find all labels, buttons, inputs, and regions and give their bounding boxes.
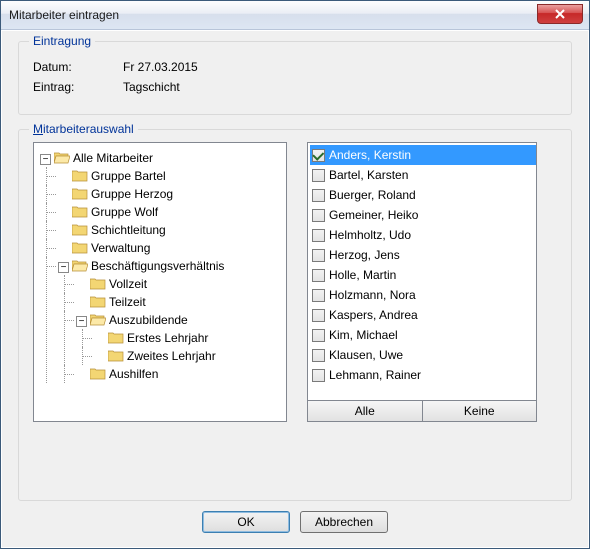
tree-item[interactable]: Gruppe Wolf (91, 205, 158, 219)
tree-item[interactable]: Teilzeit (109, 295, 146, 309)
folder-closed-icon (108, 349, 124, 362)
checkbox[interactable] (312, 369, 325, 382)
tree-expander-icon[interactable]: − (40, 154, 51, 165)
ok-button[interactable]: OK (202, 511, 290, 533)
list-item-label: Kaspers, Andrea (329, 306, 418, 324)
tree-item[interactable]: Zweites Lehrjahr (127, 349, 216, 363)
cancel-button[interactable]: Abbrechen (300, 511, 388, 533)
tree-item[interactable]: Schichtleitung (91, 223, 166, 237)
folder-closed-icon (72, 205, 88, 218)
checkbox[interactable] (312, 309, 325, 322)
list-item[interactable]: Lehmann, Rainer (310, 365, 536, 385)
list-item-label: Klausen, Uwe (329, 346, 403, 364)
checkbox[interactable] (312, 289, 325, 302)
list-item-label: Gemeiner, Heiko (329, 206, 418, 224)
dialog-window: Mitarbeiter eintragen Eintragung Datum: … (0, 0, 590, 549)
tree-item[interactable]: Vollzeit (109, 277, 147, 291)
tree-root-label[interactable]: Alle Mitarbeiter (73, 151, 153, 165)
list-item-label: Lehmann, Rainer (329, 366, 421, 384)
list-item[interactable]: Gemeiner, Heiko (310, 205, 536, 225)
folder-closed-icon (72, 169, 88, 182)
tree-expander-icon[interactable]: − (76, 316, 87, 327)
checkbox[interactable] (312, 329, 325, 342)
list-item[interactable]: Holle, Martin (310, 265, 536, 285)
label-entry: Eintrag: (33, 80, 123, 94)
folder-closed-icon (90, 295, 106, 308)
select-none-button[interactable]: Keine (423, 401, 537, 421)
folder-open-icon (54, 151, 70, 164)
close-icon (554, 9, 566, 19)
folder-closed-icon (90, 277, 106, 290)
list-item-label: Holzmann, Nora (329, 286, 416, 304)
list-item[interactable]: Helmholtz, Udo (310, 225, 536, 245)
list-item[interactable]: Kaspers, Andrea (310, 305, 536, 325)
tree-item[interactable]: Aushilfen (109, 367, 158, 381)
group-selection: Mitarbeiterauswahl −Alle MitarbeiterGrup… (18, 129, 572, 501)
label-date: Datum: (33, 60, 123, 74)
list-item[interactable]: Kim, Michael (310, 325, 536, 345)
list-item-label: Helmholtz, Udo (329, 226, 411, 244)
list-item[interactable]: Herzog, Jens (310, 245, 536, 265)
checkbox[interactable] (312, 269, 325, 282)
dialog-button-row: OK Abbrechen (18, 501, 572, 535)
folder-open-icon (72, 259, 88, 272)
window-title: Mitarbeiter eintragen (1, 8, 537, 22)
list-item[interactable]: Buerger, Roland (310, 185, 536, 205)
list-item-label: Herzog, Jens (329, 246, 400, 264)
list-item-label: Anders, Kerstin (329, 146, 411, 164)
tree-item-trainees[interactable]: Auszubildende (109, 313, 188, 327)
list-item[interactable]: Holzmann, Nora (310, 285, 536, 305)
tree-expander-icon[interactable]: − (58, 262, 69, 273)
titlebar[interactable]: Mitarbeiter eintragen (1, 1, 589, 30)
tree-item-employment[interactable]: Beschäftigungsverhältnis (91, 259, 224, 273)
tree-item[interactable]: Erstes Lehrjahr (127, 331, 208, 345)
tree-item[interactable]: Verwaltung (91, 241, 150, 255)
group-registration: Eintragung Datum: Fr 27.03.2015 Eintrag:… (18, 41, 572, 115)
value-entry: Tagschicht (123, 80, 180, 94)
checkbox[interactable] (312, 229, 325, 242)
folder-closed-icon (72, 241, 88, 254)
folder-closed-icon (108, 331, 124, 344)
folder-closed-icon (90, 367, 106, 380)
checkbox[interactable] (312, 349, 325, 362)
list-item-label: Holle, Martin (329, 266, 396, 284)
employee-tree[interactable]: − Alle Mitarbeiter Gruppe Bartel Gruppe Her… (33, 142, 287, 422)
row-entry: Eintrag: Tagschicht (33, 80, 557, 94)
checkbox[interactable] (312, 249, 325, 262)
list-item[interactable]: Klausen, Uwe (310, 345, 536, 365)
list-item-label: Buerger, Roland (329, 186, 416, 204)
folder-open-icon (90, 313, 106, 326)
select-all-button[interactable]: Alle (308, 401, 423, 421)
employee-list-panel: Anders, Kerstin Bartel, Karsten Buerger, R… (307, 142, 537, 422)
group-registration-title: Eintragung (29, 34, 95, 48)
checkbox[interactable] (312, 149, 325, 162)
checkbox[interactable] (312, 189, 325, 202)
folder-closed-icon (72, 187, 88, 200)
list-item[interactable]: Anders, Kerstin (310, 145, 536, 165)
checkbox[interactable] (312, 209, 325, 222)
list-item-label: Kim, Michael (329, 326, 398, 344)
list-item-label: Bartel, Karsten (329, 166, 408, 184)
checkbox[interactable] (312, 169, 325, 182)
list-item[interactable]: Bartel, Karsten (310, 165, 536, 185)
value-date: Fr 27.03.2015 (123, 60, 198, 74)
dialog-body: Eintragung Datum: Fr 27.03.2015 Eintrag:… (1, 30, 589, 548)
tree-item[interactable]: Gruppe Bartel (91, 169, 166, 183)
employee-list[interactable]: Anders, Kerstin Bartel, Karsten Buerger, R… (308, 143, 536, 400)
close-button[interactable] (537, 4, 583, 24)
folder-closed-icon (72, 223, 88, 236)
group-selection-title: Mitarbeiterauswahl (29, 122, 138, 136)
row-date: Datum: Fr 27.03.2015 (33, 60, 557, 74)
tree-item[interactable]: Gruppe Herzog (91, 187, 173, 201)
